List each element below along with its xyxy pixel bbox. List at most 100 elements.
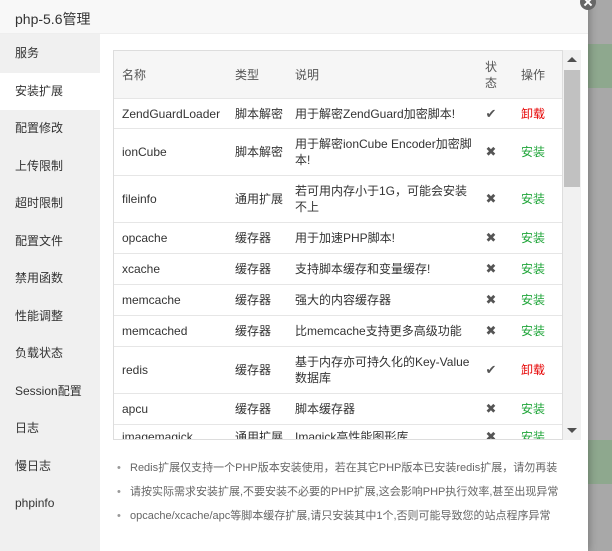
ext-type: 缓存器 (235, 293, 272, 307)
extensions-table: 名称 类型 说明 状态 操作 ZendGuardLoader 脚本解密 用于解密ZendGua… (113, 50, 563, 440)
table-row: memcached 缓存器 比memcache支持更多高级功能 ✖ 安装 (114, 316, 562, 347)
sidebar-item[interactable]: 慢日志 (0, 448, 100, 485)
table-row: fileinfo 通用扩展 若可用内存小于1G，可能会安装不上 ✖ 安装 (114, 176, 562, 223)
ext-status: ✔ (480, 347, 502, 393)
sidebar-item[interactable]: 性能调整 (0, 298, 100, 335)
ext-op-cell: 安装 (510, 285, 560, 315)
sidebar-item[interactable]: 上传限制 (0, 148, 100, 185)
cross-icon: ✖ (485, 261, 497, 276)
install-link[interactable]: 安装 (521, 323, 545, 339)
ext-name: opcache (122, 231, 168, 245)
background-highlight (588, 44, 612, 88)
ext-type: 缓存器 (235, 231, 272, 245)
ext-name: memcache (122, 293, 181, 307)
sidebar-item[interactable]: 配置文件 (0, 223, 100, 260)
ext-status: ✖ (480, 176, 502, 222)
sidebar-item[interactable]: 日志 (0, 410, 100, 447)
ext-op-cell: 安装 (510, 316, 560, 346)
ext-status: ✖ (480, 223, 502, 253)
ext-type: 通用扩展 (235, 429, 284, 440)
ext-desc: 比memcache支持更多高级功能 (295, 324, 462, 338)
ext-op-cell: 安装 (510, 254, 560, 284)
install-link[interactable]: 安装 (521, 429, 545, 440)
sidebar: 服务 安装扩展 配置修改 上传限制 超时限制 配置文件 禁用函数 性能调整 负载状态 Sessio… (0, 34, 100, 551)
header-name: 名称 (122, 67, 147, 82)
note-item: Redis扩展仅支持一个PHP版本安装使用，若在其它PHP版本已安装redis扩… (115, 456, 585, 480)
header-op: 操作 (521, 67, 546, 82)
table-header-row: 名称 类型 说明 状态 操作 (114, 51, 562, 99)
table-row: ZendGuardLoader 脚本解密 用于解密ZendGuard加密脚本! ✔ 卸载 (114, 99, 562, 129)
table-row: ionCube 脚本解密 用于解密ionCube Encoder加密脚本! ✖ 安装 (114, 129, 562, 176)
note-item: 请按实际需求安装扩展,不要安装不必要的PHP扩展,这会影响PHP执行效率,甚至出… (115, 480, 585, 504)
ext-desc: 用于解密ZendGuard加密脚本! (295, 106, 456, 121)
ext-type: 脚本解密 (235, 106, 284, 121)
ext-op-cell: 安装 (510, 394, 560, 424)
ext-name: ZendGuardLoader (122, 106, 221, 121)
sidebar-item[interactable]: 服务 (0, 35, 100, 72)
scroll-thumb[interactable] (564, 70, 580, 187)
sidebar-item[interactable]: Session配置 (0, 373, 100, 410)
cross-icon: ✖ (485, 323, 497, 338)
ext-status: ✔ (480, 99, 502, 128)
background-page-strip (588, 0, 612, 551)
ext-desc: 若可用内存小于1G，可能会安装不上 (295, 184, 468, 214)
ext-name: imagemagick (122, 429, 193, 440)
ext-desc: 基于内存亦可持久化的Key-Value数据库 (295, 355, 470, 385)
header-type: 类型 (235, 67, 260, 82)
ext-type: 缓存器 (235, 402, 272, 416)
check-icon: ✔ (485, 105, 497, 121)
table-row: imagemagick 通用扩展 Imagick高性能图形库 ✖ 安装 (114, 425, 562, 440)
ext-type: 缓存器 (235, 363, 272, 377)
ext-op-cell: 卸载 (510, 347, 560, 393)
sidebar-item[interactable]: 配置修改 (0, 110, 100, 147)
ext-op-cell: 安装 (510, 425, 560, 440)
scroll-up-arrow-icon[interactable] (567, 57, 577, 62)
ext-type: 缓存器 (235, 262, 272, 276)
sidebar-item[interactable]: 禁用函数 (0, 260, 100, 297)
table-row: apcu 缓存器 脚本缓存器 ✖ 安装 (114, 394, 562, 425)
install-link[interactable]: 安装 (521, 230, 545, 246)
ext-name: apcu (122, 402, 149, 416)
sidebar-item[interactable]: phpinfo (0, 485, 100, 522)
install-link[interactable]: 安装 (521, 144, 545, 160)
install-link[interactable]: 安装 (521, 261, 545, 277)
dialog-title-bar: php-5.6管理 (0, 0, 588, 34)
table-row: redis 缓存器 基于内存亦可持久化的Key-Value数据库 ✔ 卸载 (114, 347, 562, 394)
sidebar-item[interactable]: 负载状态 (0, 335, 100, 372)
uninstall-link[interactable]: 卸载 (521, 106, 545, 122)
uninstall-link[interactable]: 卸载 (521, 362, 545, 378)
header-desc: 说明 (295, 67, 320, 82)
table-row: xcache 缓存器 支持脚本缓存和变量缓存! ✖ 安装 (114, 254, 562, 285)
ext-status: ✖ (480, 285, 502, 315)
scroll-down-arrow-icon[interactable] (567, 428, 577, 433)
ext-desc: 脚本缓存器 (295, 402, 356, 416)
notes-list: Redis扩展仅支持一个PHP版本安装使用，若在其它PHP版本已安装redis扩… (115, 456, 585, 528)
table-row: memcache 缓存器 强大的内容缓存器 ✖ 安装 (114, 285, 562, 316)
ext-desc: 用于加速PHP脚本! (295, 231, 396, 245)
ext-status: ✖ (480, 394, 502, 424)
ext-type: 通用扩展 (235, 192, 284, 206)
install-link[interactable]: 安装 (521, 401, 545, 417)
cross-icon: ✖ (485, 144, 497, 159)
header-status: 状态 (484, 59, 497, 90)
ext-desc: 支持脚本缓存和变量缓存! (295, 262, 431, 276)
table-row: opcache 缓存器 用于加速PHP脚本! ✖ 安装 (114, 223, 562, 254)
ext-name: redis (122, 363, 149, 377)
note-item: opcache/xcache/apc等脚本缓存扩展,请只安装其中1个,否则可能导… (115, 504, 585, 528)
sidebar-item[interactable]: 超时限制 (0, 185, 100, 222)
table-scrollbar[interactable] (563, 50, 581, 440)
ext-status: ✖ (480, 425, 502, 440)
ext-type: 缓存器 (235, 324, 272, 338)
sidebar-item[interactable]: 安装扩展 (0, 72, 100, 110)
ext-op-cell: 安装 (510, 176, 560, 222)
install-link[interactable]: 安装 (521, 292, 545, 308)
ext-op-cell: 安装 (510, 223, 560, 253)
ext-op-cell: 卸载 (510, 99, 560, 128)
ext-op-cell: 安装 (510, 129, 560, 175)
ext-desc: 强大的内容缓存器 (295, 293, 392, 307)
install-link[interactable]: 安装 (521, 191, 545, 207)
ext-name: fileinfo (122, 192, 157, 206)
cross-icon: ✖ (485, 401, 497, 416)
cross-icon: ✖ (485, 292, 497, 307)
cross-icon: ✖ (485, 230, 497, 245)
